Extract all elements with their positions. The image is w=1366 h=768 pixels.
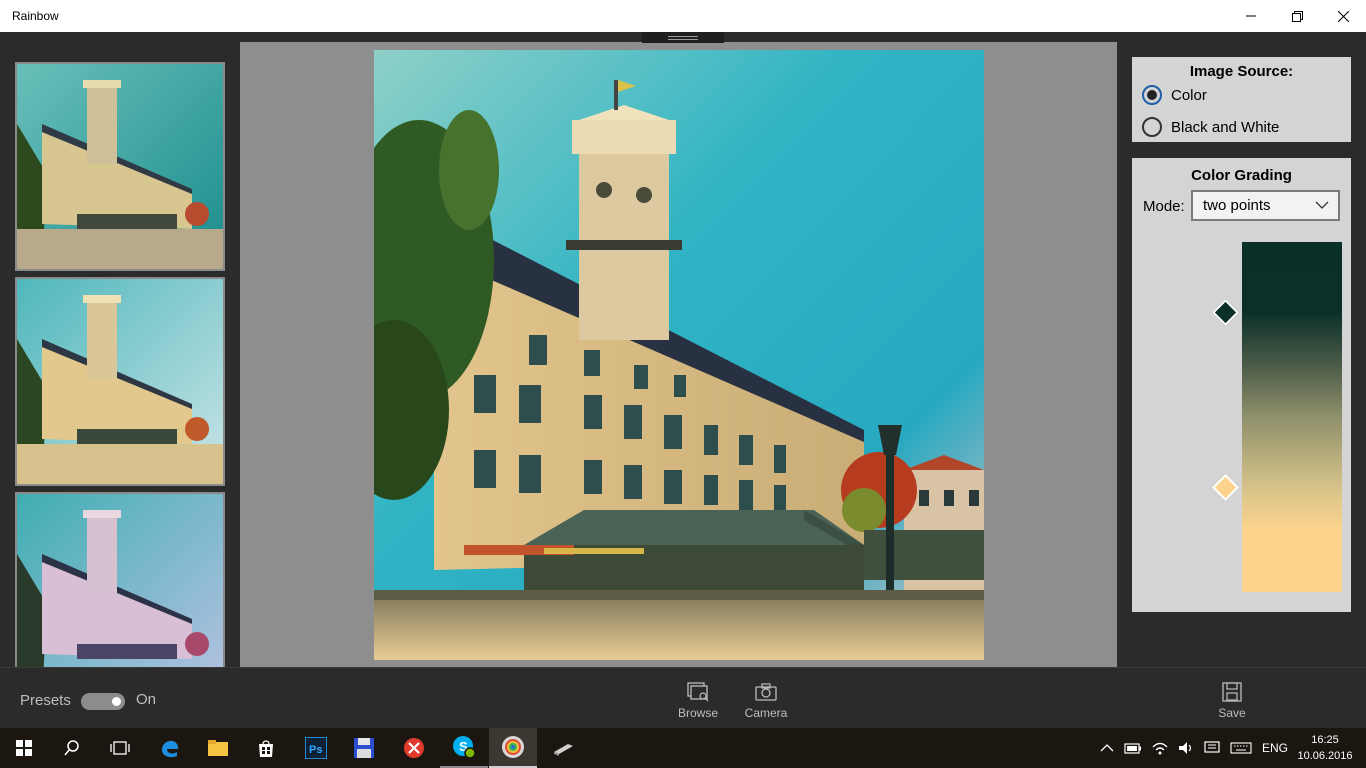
search-button[interactable]: [48, 728, 96, 768]
keyboard-icon[interactable]: [1230, 742, 1252, 754]
app-area: Image Source: Color Black and White Colo…: [0, 32, 1366, 728]
radio-color-indicator[interactable]: [1142, 85, 1162, 105]
toggle-knob: [112, 697, 121, 706]
svg-text:Ps: Ps: [309, 744, 322, 756]
settings-panel: Image Source: Color Black and White Colo…: [1117, 32, 1366, 667]
presets-toggle[interactable]: [81, 693, 125, 710]
color-grading-title: Color Grading: [1191, 167, 1292, 184]
clock[interactable]: 16:25 10.06.2016: [1290, 732, 1360, 764]
action-center-icon[interactable]: [1204, 741, 1220, 755]
search-icon: [64, 740, 79, 756]
browse-label: Browse: [677, 706, 718, 720]
photoshop-icon: Ps: [305, 737, 327, 759]
gradient-point-handle-light[interactable]: [1212, 474, 1239, 501]
restore-button[interactable]: [1274, 0, 1320, 32]
close-button[interactable]: [1320, 0, 1366, 32]
save-button[interactable]: Save: [1202, 682, 1262, 720]
chevron-up-icon[interactable]: [1100, 744, 1114, 752]
save-label: Save: [1218, 706, 1246, 720]
preset-image: [17, 64, 223, 269]
presets-panel[interactable]: [0, 32, 240, 667]
presets-label: Presets: [20, 692, 71, 709]
taskbar: Ps S ENG 16:25 10.06.2016: [0, 728, 1366, 768]
browse-button[interactable]: Browse: [668, 682, 728, 720]
close-icon: [1337, 10, 1349, 22]
task-view-button[interactable]: [96, 728, 144, 768]
image-source-card: Image Source: Color Black and White: [1132, 57, 1351, 142]
radio-color[interactable]: Color: [1142, 85, 1207, 105]
browse-icon: [687, 682, 709, 702]
radio-black-and-white[interactable]: Black and White: [1142, 117, 1279, 137]
language-indicator[interactable]: ENG: [1262, 741, 1288, 755]
floppy-disk-icon: [354, 738, 374, 758]
bottom-app-bar: Presets On Browse Camera Save: [0, 667, 1366, 728]
rainbow-app-icon: [502, 736, 524, 758]
store-icon: [259, 740, 273, 757]
edge-icon: [162, 740, 179, 758]
chevron-down-icon: [1315, 201, 1329, 209]
windows-logo-icon: [16, 740, 32, 756]
color-grading-card: Color Grading Mode: two points: [1132, 158, 1351, 612]
preset-thumbnail[interactable]: [15, 62, 225, 271]
start-button[interactable]: [0, 728, 48, 768]
clock-date: 10.06.2016: [1297, 750, 1353, 762]
taskbar-edge[interactable]: [146, 728, 194, 768]
gradient-point-handle-dark[interactable]: [1212, 299, 1239, 326]
mode-dropdown[interactable]: two points: [1191, 190, 1340, 221]
photo-town-hall: [374, 50, 984, 660]
preset-image: [17, 279, 223, 484]
mode-label: Mode:: [1143, 198, 1185, 215]
battery-icon[interactable]: [1124, 742, 1142, 754]
taskbar-store[interactable]: [242, 728, 290, 768]
preset-thumbnail[interactable]: [15, 277, 225, 486]
main-image-preview: [374, 50, 984, 660]
system-tray: ENG: [1100, 728, 1288, 768]
taskbar-file-explorer[interactable]: [194, 728, 242, 768]
taskbar-photoshop[interactable]: Ps: [292, 728, 340, 768]
preset-thumbnail[interactable]: [15, 492, 225, 667]
volume-icon[interactable]: [1178, 741, 1194, 755]
task-view-icon: [110, 741, 130, 755]
title-bar: Rainbow: [0, 0, 1366, 32]
minimize-button[interactable]: [1228, 0, 1274, 32]
red-x-icon: [404, 738, 424, 758]
taskbar-rainbow-app[interactable]: [489, 728, 537, 768]
color-gradient-bar: [1242, 242, 1342, 592]
camera-label: Camera: [744, 706, 788, 720]
folder-icon: [208, 740, 228, 756]
mode-dropdown-value: two points: [1203, 197, 1271, 214]
window-title: Rainbow: [12, 9, 59, 23]
camera-button[interactable]: Camera: [736, 682, 796, 720]
presets-toggle-state: On: [136, 691, 157, 708]
radio-black-and-white-label: Black and White: [1171, 118, 1280, 136]
camera-icon: [755, 683, 777, 701]
device-icon: [554, 744, 573, 756]
panel-grip-handle[interactable]: [642, 32, 724, 43]
taskbar-device-app[interactable]: [539, 728, 587, 768]
radio-color-label: Color: [1171, 86, 1207, 104]
wifi-icon[interactable]: [1152, 741, 1168, 755]
taskbar-close-app[interactable]: [390, 728, 438, 768]
save-icon: [1222, 682, 1242, 702]
radio-black-and-white-indicator[interactable]: [1142, 117, 1162, 137]
taskbar-save-app[interactable]: [340, 728, 388, 768]
minimize-icon: [1246, 15, 1256, 17]
image-source-title: Image Source:: [1189, 63, 1294, 80]
taskbar-skype[interactable]: S: [440, 728, 488, 768]
preset-image: [17, 494, 223, 667]
clock-time: 16:25: [1311, 734, 1339, 746]
skype-icon: S: [453, 736, 476, 759]
restore-icon: [1291, 10, 1303, 22]
